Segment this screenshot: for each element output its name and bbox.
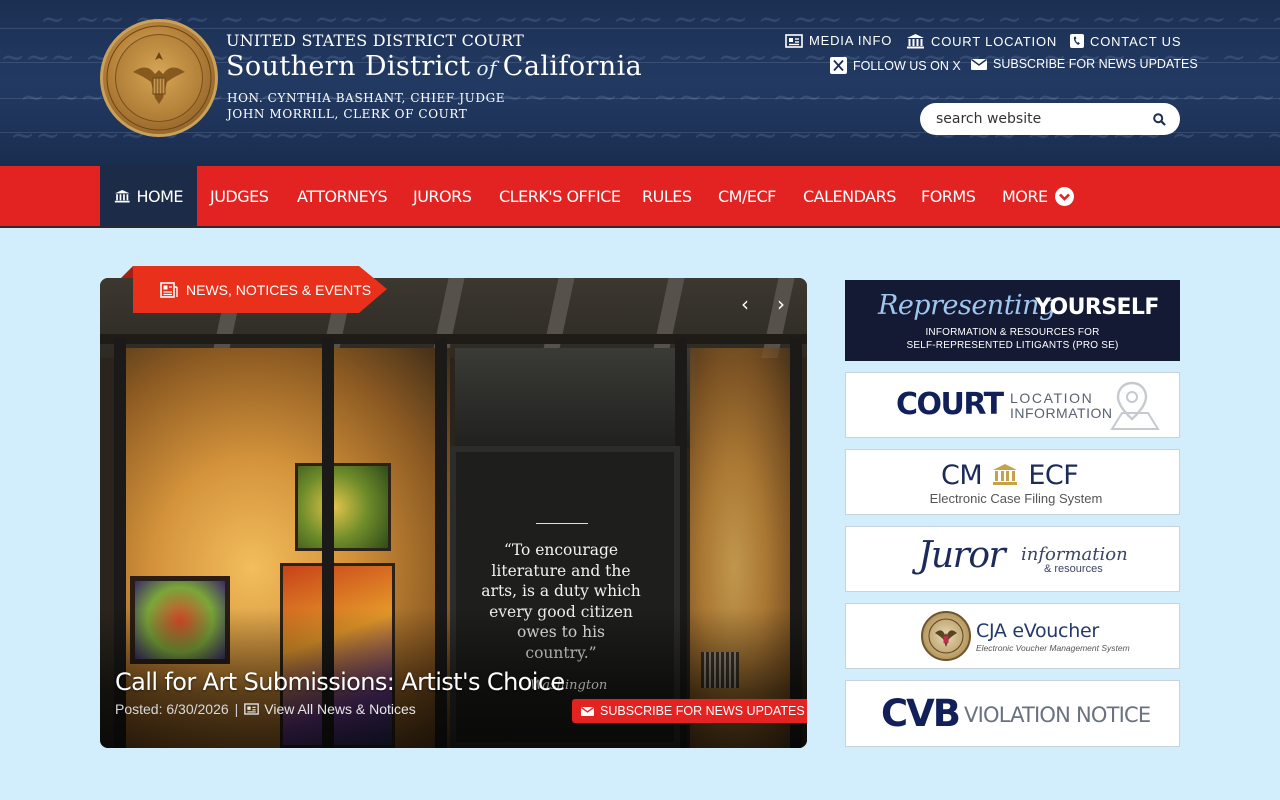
view-all-news-link[interactable]: View All News & Notices	[244, 701, 416, 717]
quote-divider	[536, 523, 588, 524]
slide-posted-date: Posted: 6/30/2026	[115, 701, 229, 717]
nav-forms[interactable]: FORMS	[921, 166, 976, 226]
court-name-line1: UNITED STATES DISTRICT COURT	[226, 31, 524, 50]
newspaper-icon	[160, 281, 178, 298]
clerk-line: JOHN MORRILL, CLERK OF COURT	[227, 107, 468, 121]
nav-more-label: MORE	[1002, 186, 1048, 206]
nav-home[interactable]: HOME	[100, 166, 197, 226]
slide-next-arrow[interactable]: ›	[777, 292, 785, 316]
court-name-line2: Southern District of California	[226, 51, 642, 82]
court-seal-logo[interactable]	[100, 19, 218, 137]
subscribe-updates-link[interactable]: SUBSCRIBE FOR NEWS UPDATES	[971, 57, 1198, 71]
representing-sub2: SELF-REPRESENTED LITIGANTS (PRO SE)	[906, 340, 1119, 351]
cvb-violation-notice-card[interactable]: CVB VIOLATION NOTICE	[845, 680, 1180, 747]
media-info-link[interactable]: MEDIA INFO	[785, 33, 892, 48]
cja-evoucher-card[interactable]: CJA eVoucher Electronic Voucher Manageme…	[845, 603, 1180, 669]
subscribe-updates-label: SUBSCRIBE FOR NEWS UPDATES	[993, 57, 1198, 71]
court-location-small1: LOCATION	[1010, 390, 1094, 406]
juror-information-card[interactable]: Juror information & resources	[845, 526, 1180, 592]
search-input[interactable]	[936, 111, 1153, 127]
court-location-card[interactable]: COURT LOCATION INFORMATION	[845, 372, 1180, 438]
envelope-icon	[971, 58, 987, 70]
map-pin-icon	[1110, 381, 1160, 430]
media-info-label: MEDIA INFO	[809, 33, 893, 48]
news-tag-label: NEWS, NOTICES & EVENTS	[186, 281, 372, 298]
slide-title-link[interactable]: Call for Art Submissions: Artist's Choic…	[115, 668, 565, 696]
court-location-small2: INFORMATION	[1010, 405, 1113, 421]
court-location-link[interactable]: COURT LOCATION	[906, 33, 1057, 49]
juror-info-text: information	[1021, 544, 1128, 565]
eagle-icon	[106, 25, 212, 131]
representing-yourself-card[interactable]: Representing YOURSELF INFORMATION & RESO…	[845, 280, 1180, 361]
chief-judge-line: HON. CYNTHIA BASHANT, CHIEF JUDGE	[227, 91, 506, 105]
follow-x-label: FOLLOW US ON X	[853, 58, 961, 73]
nav-more[interactable]: MORE	[1002, 166, 1074, 226]
nav-jurors[interactable]: JURORS	[413, 166, 472, 226]
search-box	[920, 103, 1180, 135]
nav-judges[interactable]: JUDGES	[210, 166, 269, 226]
nav-home-label: HOME	[136, 186, 183, 206]
main-nav: HOME JUDGES ATTORNEYS JURORS CLERK'S OFF…	[0, 166, 1280, 228]
courthouse-icon	[114, 189, 130, 203]
news-slider[interactable]: “To encourage literature and the arts, i…	[100, 278, 807, 748]
newspaper-icon	[244, 703, 260, 715]
cmecf-title: CM ECF	[941, 460, 1079, 491]
courthouse-icon	[907, 34, 924, 49]
meta-separator: |	[234, 701, 239, 717]
cmecf-title-a: CM	[941, 460, 983, 491]
court-name-part-b: California	[502, 51, 643, 82]
news-tag-fold	[121, 266, 133, 278]
slide-window-dark	[455, 348, 695, 448]
view-all-news-label: View All News & Notices	[264, 701, 416, 717]
contact-us-label: CONTACT US	[1090, 33, 1182, 49]
search-icon[interactable]	[1153, 112, 1166, 126]
cja-title: CJA eVoucher	[976, 620, 1099, 642]
slide-prev-arrow[interactable]: ‹	[741, 292, 749, 316]
site-header: ~ ~~ ~ ~~ ~ ~~ ~ ~~ ~ ~~ ~ ~~ ~ ~~ ~ ~~ ~ ~ ~…	[0, 0, 1280, 166]
envelope-icon	[581, 706, 594, 716]
news-notices-events-tag[interactable]: NEWS, NOTICES & EVENTS	[133, 266, 387, 313]
representing-script-text: Representing	[878, 290, 1056, 321]
cja-seal-icon	[921, 611, 971, 661]
nav-calendars[interactable]: CALENDARS	[803, 166, 896, 226]
contact-us-link[interactable]: CONTACT US	[1070, 33, 1181, 49]
slide-beam	[100, 334, 807, 344]
subscribe-news-label: SUBSCRIBE FOR NEWS UPDATES	[600, 704, 805, 718]
newspaper-icon	[785, 33, 803, 48]
court-name-of: of	[476, 56, 497, 80]
x-logo-icon	[830, 57, 847, 74]
courthouse-icon	[993, 464, 1018, 485]
nav-clerks-office[interactable]: CLERK'S OFFICE	[499, 166, 621, 226]
follow-x-link[interactable]: FOLLOW US ON X	[830, 57, 961, 74]
cmecf-card[interactable]: CM ECF Electronic Case Filing System	[845, 449, 1180, 515]
subscribe-news-button[interactable]: SUBSCRIBE FOR NEWS UPDATES	[572, 699, 807, 723]
nav-attorneys[interactable]: ATTORNEYS	[297, 166, 388, 226]
nav-cmecf[interactable]: CM/ECF	[718, 166, 776, 226]
cvb-big-text: CVB	[881, 692, 961, 735]
juror-big-text: Juror	[918, 535, 1006, 576]
representing-sub1: INFORMATION & RESOURCES FOR	[925, 327, 1100, 338]
representing-bold-text: YOURSELF	[1035, 295, 1159, 320]
cmecf-subtitle: Electronic Case Filing System	[929, 491, 1103, 506]
court-name-part-a: Southern District	[226, 51, 471, 82]
nav-rules[interactable]: RULES	[642, 166, 692, 226]
court-location-big: COURT	[896, 387, 1004, 422]
juror-resources-text: & resources	[1044, 563, 1103, 575]
phone-icon	[1070, 34, 1084, 48]
slide-painting	[295, 463, 391, 551]
cja-subtitle: Electronic Voucher Management System	[976, 643, 1130, 653]
cmecf-title-b: ECF	[1028, 460, 1079, 491]
chevron-down-circle-icon	[1054, 186, 1074, 206]
court-location-label: COURT LOCATION	[931, 33, 1058, 49]
slide-meta: Posted: 6/30/2026 | View All News & Noti…	[115, 701, 416, 717]
cvb-small-text: VIOLATION NOTICE	[964, 703, 1151, 727]
